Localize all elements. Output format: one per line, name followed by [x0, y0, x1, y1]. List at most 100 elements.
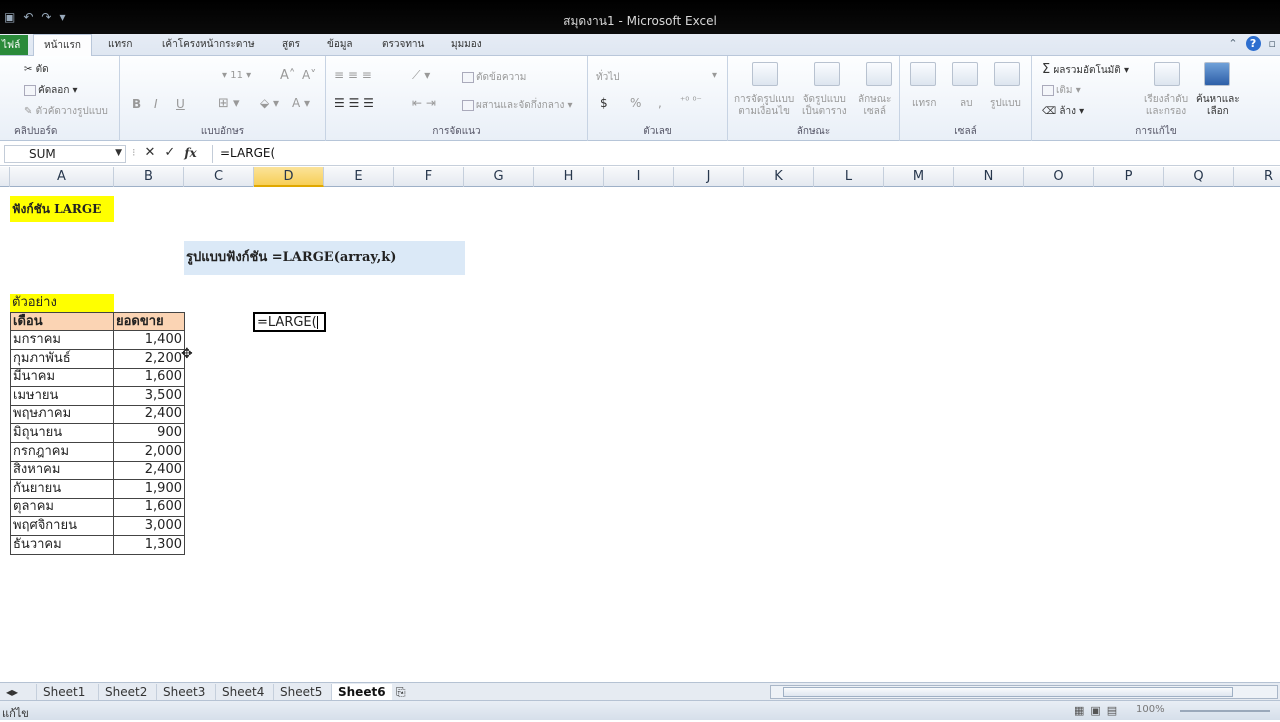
horizontal-scrollbar[interactable] — [770, 685, 1278, 699]
tab-page-layout[interactable]: เค้าโครงหน้ากระดาษ — [162, 37, 255, 52]
zoom-level[interactable]: 100% — [1136, 704, 1165, 715]
view-buttons-icon[interactable]: ▦▣▤ — [1074, 704, 1123, 717]
sales-cell[interactable]: 1,400 — [113, 331, 185, 350]
prev-sheet-icon[interactable]: ◂▸ — [4, 684, 20, 700]
tab-home[interactable]: หน้าแรก — [33, 34, 92, 57]
format-as-table-button[interactable]: จัดรูปแบบ เป็นตาราง — [802, 94, 847, 118]
month-cell[interactable]: เมษายน — [10, 386, 114, 406]
scrollbar-thumb[interactable] — [783, 687, 1233, 697]
sheet-tab-sheet1[interactable]: Sheet1 — [36, 684, 91, 700]
example-label-cell[interactable]: ตัวอย่าง — [10, 294, 114, 312]
month-cell[interactable]: มกราคม — [10, 331, 114, 350]
wrap-text-button[interactable]: ตัดข้อความ — [462, 70, 526, 85]
currency-button[interactable]: $ — [600, 96, 608, 110]
sales-cell[interactable]: 900 — [113, 424, 185, 443]
syntax-cell[interactable]: รูปแบบฟังก์ชัน =LARGE(array,k) — [184, 241, 465, 275]
column-header-b[interactable]: B — [114, 167, 184, 187]
italic-button[interactable]: I — [154, 97, 158, 111]
autosum-button[interactable]: Σ ผลรวมอัตโนมัติ ▾ — [1042, 62, 1129, 78]
number-format-select[interactable]: ทั่วไป ▾ — [596, 70, 717, 85]
cancel-icon[interactable]: ✕ — [145, 145, 156, 160]
sales-cell[interactable]: 1,300 — [113, 535, 185, 555]
month-cell[interactable]: ธันวาคม — [10, 535, 114, 555]
sales-cell[interactable]: 2,400 — [113, 461, 185, 481]
sales-cell[interactable]: 1,600 — [113, 498, 185, 518]
font-color-icon[interactable]: A ▾ — [292, 96, 310, 110]
column-header-r[interactable]: R — [1234, 167, 1280, 187]
title-cell[interactable]: ฟังก์ชัน LARGE — [10, 196, 114, 222]
column-header-d[interactable]: D — [254, 167, 324, 187]
sales-cell[interactable]: 2,400 — [113, 405, 185, 425]
tab-data[interactable]: ข้อมูล — [327, 37, 353, 52]
delete-cells-button[interactable]: ลบ — [960, 96, 972, 111]
month-cell[interactable]: กรกฎาคม — [10, 442, 114, 462]
align-top-icon[interactable]: ≡ ≡ ≡ — [334, 68, 372, 82]
orientation-icon[interactable]: ⟋ ▾ — [412, 68, 430, 83]
month-cell[interactable]: กันยายน — [10, 479, 114, 499]
sheet-tab-sheet4[interactable]: Sheet4 — [215, 684, 270, 700]
chevron-down-icon[interactable]: ▼ — [115, 148, 122, 158]
column-header-j[interactable]: J — [674, 167, 744, 187]
comma-button[interactable]: , — [658, 96, 662, 110]
decimal-icon[interactable]: ⁺⁰ ⁰⁻ — [680, 96, 702, 107]
cell-styles-button[interactable]: ลักษณะ เซลล์ — [858, 94, 891, 118]
sheet-tab-sheet2[interactable]: Sheet2 — [98, 684, 153, 700]
select-all-corner[interactable] — [0, 167, 10, 187]
column-header-g[interactable]: G — [464, 167, 534, 187]
align-left-icon[interactable]: ☰ ☰ ☰ — [334, 96, 374, 110]
month-cell[interactable]: มีนาคม — [10, 368, 114, 388]
window-restore-icon[interactable]: ▫ — [1269, 37, 1276, 50]
column-header-l[interactable]: L — [814, 167, 884, 187]
column-header-k[interactable]: K — [744, 167, 814, 187]
column-header-f[interactable]: F — [394, 167, 464, 187]
minimize-ribbon-icon[interactable]: ⌃ — [1228, 37, 1237, 50]
percent-button[interactable]: % — [630, 96, 641, 110]
worksheet-grid[interactable]: ฟังก์ชัน LARGE รูปแบบฟังก์ชัน =LARGE(arr… — [0, 187, 1280, 682]
name-box[interactable]: SUM ▼ — [4, 145, 126, 163]
tab-insert[interactable]: แทรก — [108, 37, 132, 52]
find-select-button[interactable]: ค้นหาและ เลือก — [1196, 94, 1240, 118]
column-header-n[interactable]: N — [954, 167, 1024, 187]
grow-font-icon[interactable]: A˄ — [280, 68, 295, 83]
clear-button[interactable]: ⌫ ล้าง ▾ — [1042, 104, 1084, 119]
month-cell[interactable]: ตุลาคม — [10, 498, 114, 518]
column-header-c[interactable]: C — [184, 167, 254, 187]
column-header-m[interactable]: M — [884, 167, 954, 187]
column-header-a[interactable]: A — [10, 167, 114, 187]
active-cell-editor[interactable]: =LARGE( — [253, 312, 326, 332]
conditional-format-button[interactable]: การจัดรูปแบบ ตามเงื่อนไข — [734, 94, 794, 118]
month-cell[interactable]: สิงหาคม — [10, 461, 114, 481]
month-cell[interactable]: พฤศจิกายน — [10, 517, 114, 536]
sales-cell[interactable]: 3,000 — [113, 517, 185, 536]
help-icon[interactable]: ? — [1245, 36, 1261, 51]
format-cells-button[interactable]: รูปแบบ — [990, 96, 1021, 111]
sales-cell[interactable]: 1,600 — [113, 368, 185, 388]
shrink-font-icon[interactable]: A˅ — [302, 68, 316, 82]
insert-sheet-icon[interactable]: ⎘ — [390, 684, 412, 700]
merge-center-button[interactable]: ผสานและจัดกึ่งกลาง ▾ — [462, 98, 573, 113]
fill-button[interactable]: เติม ▾ — [1042, 83, 1081, 98]
month-header-cell[interactable]: เดือน — [10, 312, 114, 331]
format-painter-button[interactable]: ✎ ตัวคัดวางรูปแบบ — [24, 104, 108, 119]
insert-cells-button[interactable]: แทรก — [912, 96, 936, 111]
copy-button[interactable]: คัดลอก ▾ — [24, 83, 78, 98]
sales-cell[interactable]: 2,200 — [113, 349, 185, 369]
month-cell[interactable]: มิถุนายน — [10, 424, 114, 443]
month-cell[interactable]: กุมภาพันธ์ — [10, 349, 114, 369]
column-header-o[interactable]: O — [1024, 167, 1094, 187]
column-header-e[interactable]: E — [324, 167, 394, 187]
month-cell[interactable]: พฤษภาคม — [10, 405, 114, 425]
column-header-p[interactable]: P — [1094, 167, 1164, 187]
column-header-i[interactable]: I — [604, 167, 674, 187]
insert-function-icon[interactable]: fx — [184, 146, 196, 160]
sales-cell[interactable]: 2,000 — [113, 442, 185, 462]
sales-header-cell[interactable]: ยอดขาย — [113, 312, 185, 331]
sheet-tab-sheet6[interactable]: Sheet6 — [331, 684, 392, 700]
column-header-h[interactable]: H — [534, 167, 604, 187]
zoom-slider[interactable] — [1180, 710, 1270, 712]
sales-cell[interactable]: 1,900 — [113, 479, 185, 499]
column-header-q[interactable]: Q — [1164, 167, 1234, 187]
sheet-tab-sheet5[interactable]: Sheet5 — [273, 684, 328, 700]
fill-color-icon[interactable]: ⬙ ▾ — [260, 96, 279, 110]
underline-button[interactable]: U — [176, 97, 185, 111]
